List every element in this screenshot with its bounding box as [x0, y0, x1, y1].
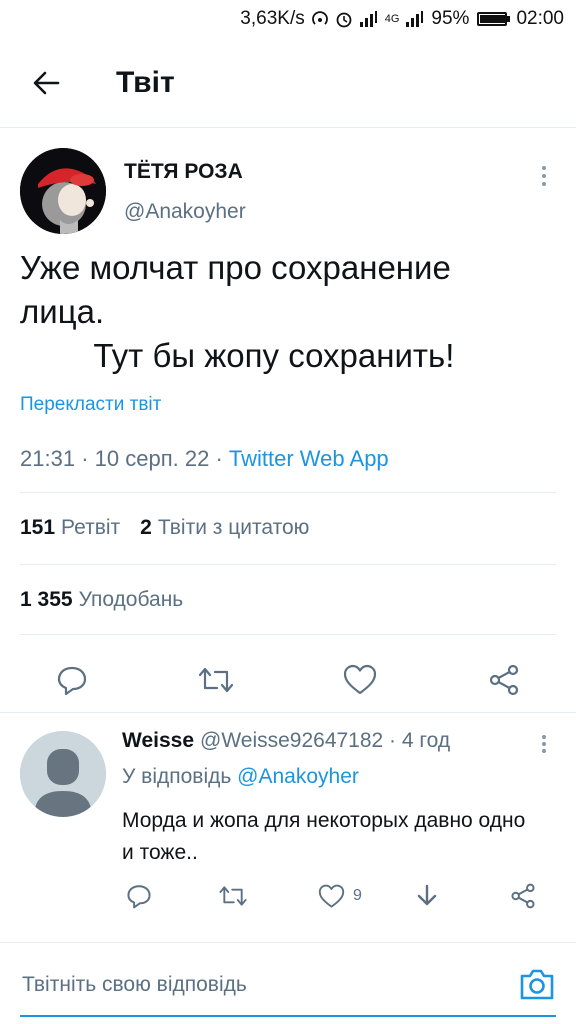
download-icon: [417, 884, 437, 906]
battery-percent: 95%: [431, 8, 470, 29]
reply-icon: [57, 666, 87, 696]
avatar[interactable]: [20, 148, 106, 234]
reply-likes-count: 9: [353, 887, 362, 904]
likes-label: Уподобань: [78, 588, 184, 611]
download-button[interactable]: [414, 879, 440, 913]
like-button[interactable]: [338, 658, 382, 702]
share-icon: [489, 664, 519, 696]
avatar-image: [20, 148, 106, 234]
like-icon: [318, 884, 345, 908]
quotes-count: 2: [140, 516, 152, 539]
avatar[interactable]: [20, 731, 106, 817]
share-icon: [511, 883, 535, 909]
retweet-button[interactable]: [218, 879, 248, 913]
camera-button[interactable]: [518, 965, 556, 1003]
reply-to-mention[interactable]: @Anakoyher: [237, 765, 359, 788]
reply-button[interactable]: [50, 658, 94, 702]
reply-actions: 9: [0, 873, 576, 919]
translate-link[interactable]: Перекласти твіт: [20, 394, 161, 416]
tweet-actions: [0, 648, 576, 708]
clock: 02:00: [516, 8, 564, 29]
reply-to-line: У відповідь @Anakoyher: [122, 765, 359, 789]
reply-author-name[interactable]: Weisse: [122, 729, 194, 752]
default-avatar-icon: [20, 731, 106, 817]
meta-separator: ·: [81, 446, 95, 471]
retweet-button[interactable]: [194, 658, 238, 702]
retweet-icon: [198, 667, 234, 693]
divider: [20, 492, 556, 493]
signal-2-icon: [405, 11, 425, 27]
like-button[interactable]: 9: [318, 879, 362, 913]
battery-icon: [475, 12, 511, 26]
retweets-stat[interactable]: 151 Ретвіт: [20, 516, 120, 540]
meta-separator: ·: [383, 729, 402, 752]
divider: [20, 634, 556, 635]
tweet-meta: 21:31 · 10 серп. 22 · Twitter Web App: [20, 446, 389, 472]
quotes-stat[interactable]: 2 Твіти з цитатою: [140, 516, 309, 540]
arrow-left-icon: [33, 71, 60, 94]
reply-input[interactable]: Твітніть свою відповідь: [22, 973, 247, 997]
tweet-date: 10 серп. 22: [94, 446, 210, 471]
reply-composer: Твітніть свою відповідь: [0, 942, 576, 1024]
retweets-label: Ретвіт: [61, 516, 121, 539]
network-speed: 3,63K/s: [240, 8, 305, 29]
reply-icon: [127, 885, 151, 909]
reply-text: Морда и жопа для некоторых давно одно и …: [122, 809, 526, 864]
author-handle[interactable]: @Anakoyher: [124, 200, 246, 224]
author-name[interactable]: ТЁТЯ РОЗА: [124, 160, 243, 184]
reply-button[interactable]: [126, 879, 152, 913]
share-button[interactable]: [510, 879, 536, 913]
likes-stat[interactable]: 1 355 Уподобань: [20, 588, 183, 611]
alarm-icon: [335, 10, 353, 28]
reply-to-prefix: У відповідь: [122, 765, 232, 788]
tweet-source-link[interactable]: Twitter Web App: [229, 446, 389, 471]
likes-count: 1 355: [20, 588, 73, 611]
quotes-label: Твіти з цитатою: [157, 516, 310, 539]
tweet-time: 21:31: [20, 446, 76, 471]
page-title: Твіт: [116, 65, 175, 99]
input-underline: [20, 1015, 556, 1017]
tweet-text: Уже молчат про сохранение лица. Тут бы ж…: [20, 249, 455, 374]
share-button[interactable]: [482, 658, 526, 702]
meta-separator: ·: [215, 446, 229, 471]
like-icon: [343, 664, 377, 695]
back-button[interactable]: [16, 53, 76, 113]
retweet-icon: [219, 886, 247, 906]
network-type: 4G: [384, 13, 400, 25]
signal-icon: [359, 11, 379, 27]
likes-row: 1 355 Уподобань: [20, 588, 183, 612]
status-bar: 3,63K/s 4G 95% 02:00: [0, 0, 576, 38]
reply-author-handle[interactable]: @Weisse92647182: [200, 729, 383, 752]
more-options-icon[interactable]: [530, 729, 558, 759]
reply-header: Weisse @Weisse92647182 · 4 год: [122, 729, 450, 753]
reply-tweet[interactable]: Weisse @Weisse92647182 · 4 год У відповід…: [0, 713, 576, 941]
camera-icon: [520, 969, 554, 1000]
reply-time: 4 год: [401, 729, 451, 752]
retweets-count: 151: [20, 516, 56, 539]
stats-row: 151 Ретвіт 2 Твіти з цитатою: [20, 516, 309, 540]
more-options-icon[interactable]: [530, 158, 558, 194]
hotspot-icon: [311, 10, 329, 28]
app-header: Твіт: [0, 38, 576, 128]
divider: [20, 564, 556, 565]
